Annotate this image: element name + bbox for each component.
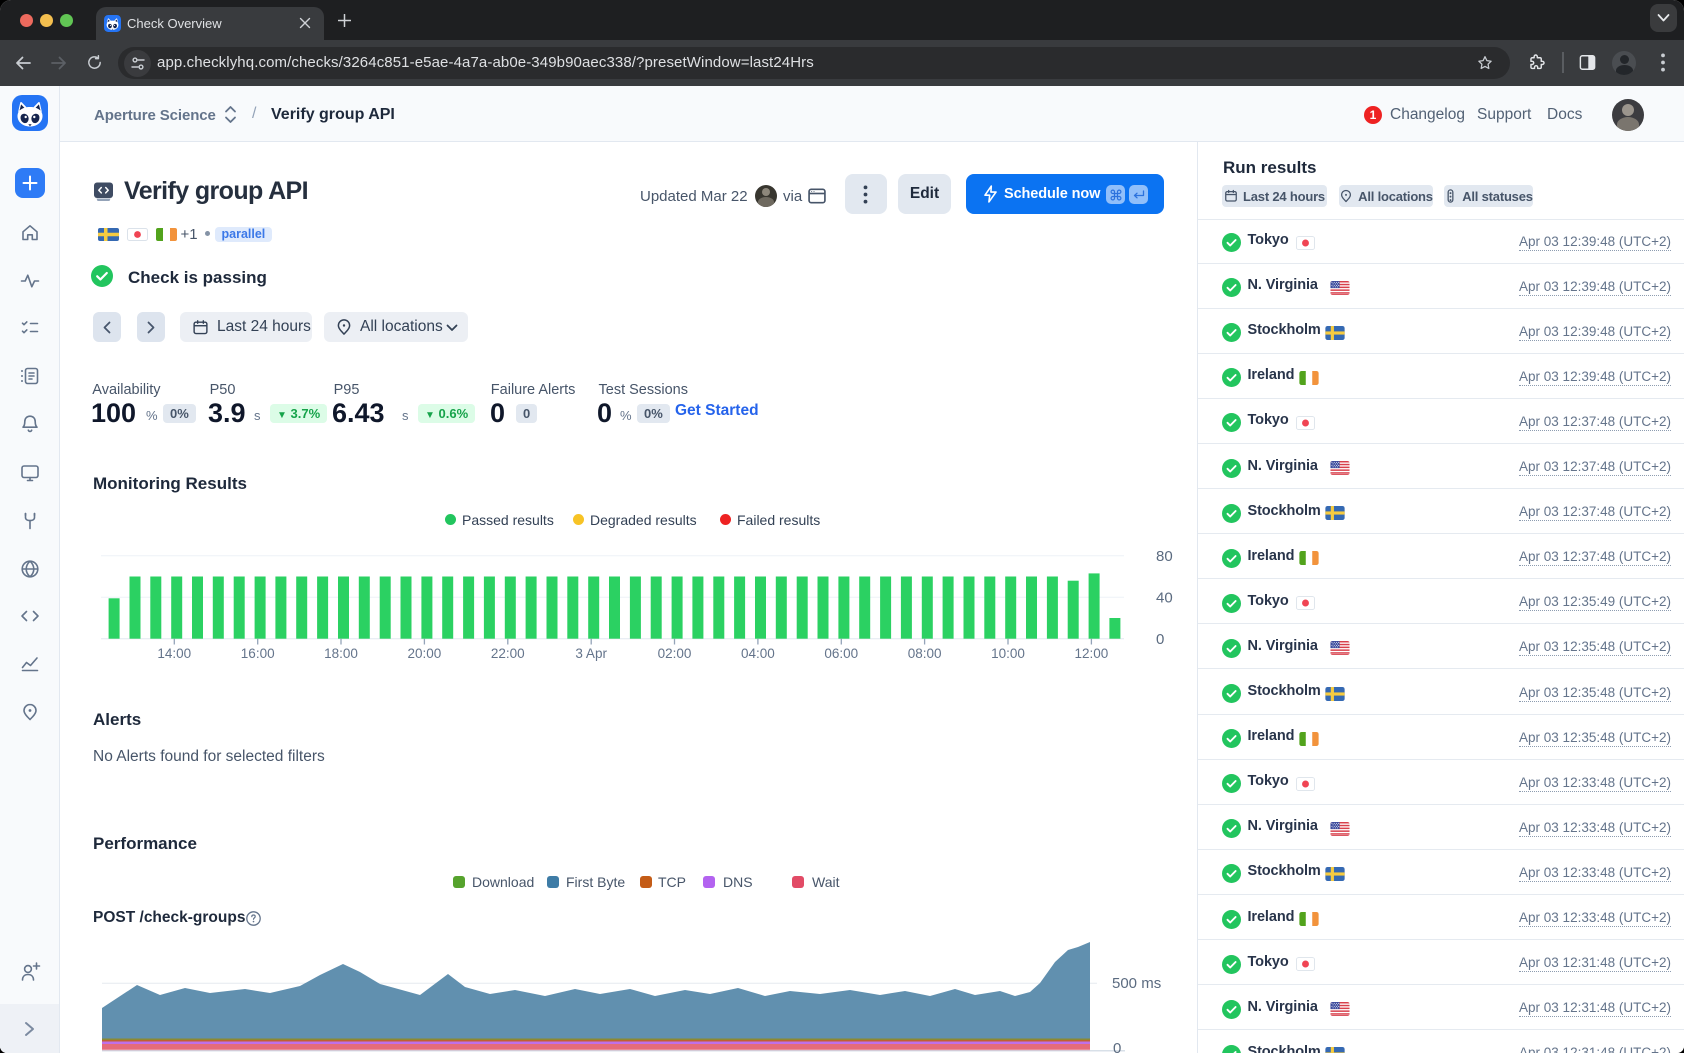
svg-text:0: 0 [1156, 631, 1164, 648]
svg-text:10:00: 10:00 [991, 646, 1025, 661]
svg-text:06:00: 06:00 [824, 646, 858, 661]
svg-text:3 Apr: 3 Apr [575, 646, 607, 661]
svg-text:80: 80 [1156, 548, 1173, 565]
svg-text:18:00: 18:00 [324, 646, 358, 661]
svg-text:22:00: 22:00 [491, 646, 525, 661]
svg-text:14:00: 14:00 [157, 646, 191, 661]
svg-text:500 ms: 500 ms [1112, 975, 1161, 992]
svg-text:02:00: 02:00 [658, 646, 692, 661]
svg-text:12:00: 12:00 [1075, 646, 1109, 661]
svg-text:0: 0 [1113, 1040, 1121, 1053]
svg-text:04:00: 04:00 [741, 646, 775, 661]
svg-text:20:00: 20:00 [408, 646, 442, 661]
svg-text:16:00: 16:00 [241, 646, 275, 661]
svg-text:40: 40 [1156, 590, 1173, 607]
svg-text:08:00: 08:00 [908, 646, 942, 661]
